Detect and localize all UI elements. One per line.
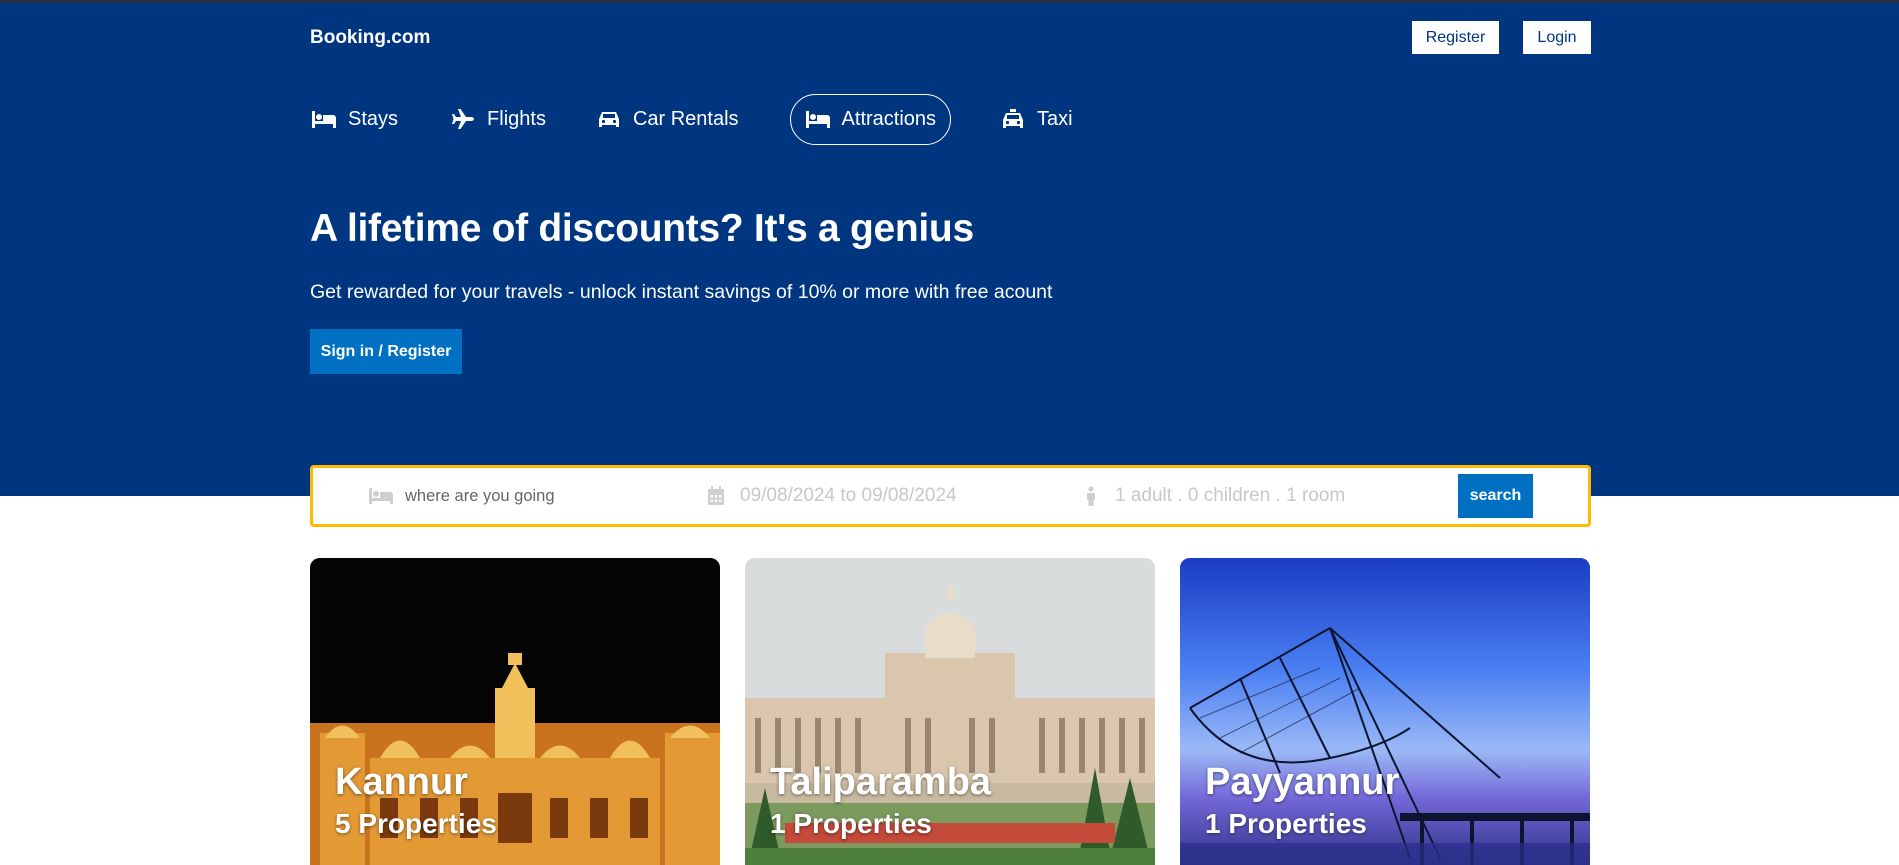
card-properties: 1 Properties [770,808,932,839]
destination-card-kannur[interactable]: Kannur 5 Properties [310,558,720,865]
destination-card-payyannur[interactable]: Payyannur 1 Properties [1180,558,1590,865]
date-field[interactable]: 09/08/2024 to 09/08/2024 [703,468,957,524]
main-nav: Stays Flights Car Rentals Attractions Ta… [310,93,1074,145]
nav-item-stays[interactable]: Stays [310,94,399,145]
card-city: Taliparamba [770,761,992,803]
hero-section: Booking.com Register Login Stays Flights… [0,3,1899,496]
register-button[interactable]: Register [1412,21,1499,54]
bed-icon [311,108,337,130]
destination-field[interactable] [368,468,665,524]
date-range-value: 09/08/2024 to 09/08/2024 [740,485,957,506]
search-bar: 09/08/2024 to 09/08/2024 1 adult . 0 chi… [310,465,1591,527]
guests-field[interactable]: 1 adult . 0 children . 1 room [1078,468,1345,524]
nav-item-taxi[interactable]: Taxi [999,94,1074,145]
sign-in-register-button[interactable]: Sign in / Register [310,329,462,374]
brand-logo[interactable]: Booking.com [310,27,430,49]
nav-item-car-rentals[interactable]: Car Rentals [595,94,740,145]
nav-label: Flights [487,107,546,130]
nav-label: Taxi [1037,107,1073,130]
bed-icon [805,108,831,130]
destination-card-taliparamba[interactable]: Taliparamba 1 Properties [745,558,1155,865]
person-icon [1078,486,1104,506]
bed-icon [368,486,394,506]
destination-input[interactable] [405,486,665,506]
car-icon [596,108,622,130]
hero-subline: Get rewarded for your travels - unlock i… [310,281,1053,303]
calendar-icon [703,486,729,506]
search-button[interactable]: search [1458,474,1533,518]
taxi-icon [1000,108,1026,130]
card-properties: 5 Properties [335,808,497,839]
card-city: Kannur [335,761,468,803]
card-properties: 1 Properties [1205,808,1367,839]
nav-label: Attractions [841,107,937,130]
card-city: Payyannur [1205,761,1400,803]
guests-value: 1 adult . 0 children . 1 room [1115,485,1346,506]
plane-icon [450,108,476,130]
destination-cards: Kannur 5 Properties Taliparamba 1 Proper… [310,558,1591,865]
hero-headline: A lifetime of discounts? It's a genius [310,207,974,250]
nav-label: Car Rentals [632,107,739,130]
login-button[interactable]: Login [1523,21,1591,54]
nav-item-attractions[interactable]: Attractions [789,93,952,145]
nav-item-flights[interactable]: Flights [449,94,547,145]
nav-label: Stays [348,107,399,130]
